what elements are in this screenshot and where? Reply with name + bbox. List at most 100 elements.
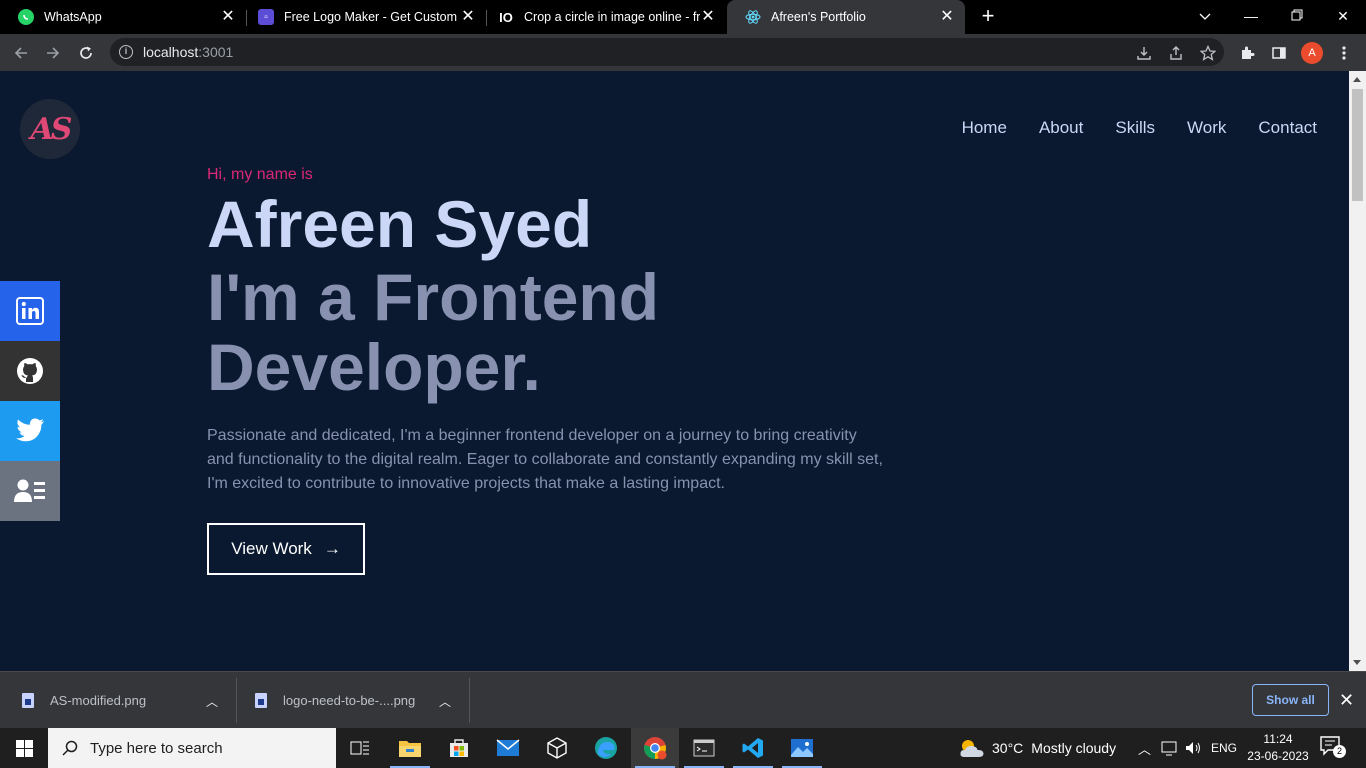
twitter-link[interactable] — [0, 401, 60, 461]
hero-description: Passionate and dedicated, I'm a beginner… — [207, 427, 883, 492]
notification-count: 2 — [1333, 745, 1346, 758]
bookmark-star-icon[interactable] — [1195, 40, 1221, 66]
extensions-icon[interactable] — [1234, 40, 1260, 66]
share-icon[interactable] — [1163, 40, 1189, 66]
scroll-down-icon[interactable] — [1353, 660, 1361, 665]
address-bar[interactable]: i localhost:3001 — [110, 38, 1224, 66]
twitter-icon — [16, 418, 44, 442]
site-logo[interactable]: AS — [20, 99, 80, 159]
install-app-icon[interactable] — [1131, 40, 1157, 66]
system-tray: ︿ ENG — [1138, 728, 1237, 768]
download-divider — [236, 678, 237, 723]
chevron-up-icon[interactable]: ︿ — [1138, 739, 1151, 758]
windows-taskbar: Type here to search 30°C Mostly cloudy ︿… — [0, 728, 1366, 768]
github-icon — [17, 358, 43, 384]
chevron-down-icon — [1199, 13, 1211, 20]
browser-toolbar: i localhost:3001 A — [0, 34, 1366, 71]
close-downloads-icon[interactable]: ✕ — [1339, 690, 1354, 711]
chevron-up-icon[interactable]: ︿ — [439, 693, 451, 710]
menu-kebab-icon[interactable] — [1331, 40, 1357, 66]
clock-date: 23-06-2023 — [1247, 749, 1309, 763]
clock-time: 11:24 — [1263, 732, 1293, 746]
github-link[interactable] — [0, 341, 60, 401]
nav-home[interactable]: Home — [962, 118, 1007, 138]
main-nav: Home About Skills Work Contact — [962, 118, 1317, 138]
hero-role-line-1: I'm a Frontend — [207, 260, 660, 334]
nav-skills[interactable]: Skills — [1115, 118, 1155, 138]
page-scrollbar[interactable] — [1349, 71, 1366, 671]
edge-icon[interactable] — [582, 728, 630, 768]
3d-cube-icon[interactable] — [533, 728, 581, 768]
linkedin-icon — [16, 297, 44, 325]
taskbar-search[interactable]: Type here to search — [48, 728, 336, 768]
download-filename: AS-modified.png — [50, 693, 147, 708]
hero-role-line-2: Developer. — [207, 330, 541, 404]
side-panel-icon[interactable] — [1266, 40, 1292, 66]
hero-name: Afreen Syed — [207, 187, 593, 261]
close-window-button[interactable]: ✕ — [1320, 0, 1366, 34]
arrow-left-icon — [14, 47, 27, 59]
hero-section: Hi, my name is Afreen Syed I'm a Fronten… — [207, 166, 907, 575]
speaker-icon[interactable] — [1185, 740, 1203, 756]
forward-button[interactable] — [40, 40, 66, 66]
tab-title: Free Logo Maker - Get Custom Lo — [284, 10, 460, 24]
arrow-right-icon: → — [323, 539, 341, 558]
profile-avatar[interactable]: A — [1301, 42, 1323, 64]
linkedin-link[interactable] — [0, 281, 60, 341]
new-tab-button[interactable]: + — [976, 4, 1000, 28]
notifications-button[interactable]: 2 — [1320, 736, 1346, 760]
download-divider — [469, 678, 470, 723]
back-button[interactable] — [8, 40, 34, 66]
scrollbar-thumb[interactable] — [1352, 89, 1363, 201]
photos-icon[interactable] — [778, 728, 826, 768]
mail-icon[interactable] — [484, 728, 532, 768]
close-tab-icon[interactable]: ✕ — [939, 9, 955, 25]
site-info-icon[interactable]: i — [119, 45, 133, 59]
search-icon — [62, 740, 78, 756]
scroll-up-icon[interactable] — [1353, 77, 1361, 82]
nav-work[interactable]: Work — [1187, 118, 1226, 138]
vscode-icon[interactable] — [729, 728, 777, 768]
downloads-bar: AS-modified.png ︿ logo-need-to-be-....pn… — [0, 671, 1366, 728]
hero-role: I'm a Frontend Developer. — [207, 262, 907, 402]
show-all-button[interactable]: Show all — [1252, 684, 1329, 716]
react-icon — [745, 9, 761, 25]
ms-store-icon[interactable] — [435, 728, 483, 768]
view-work-button[interactable]: View Work → — [207, 523, 365, 575]
nav-contact[interactable]: Contact — [1258, 118, 1317, 138]
tab-search-button[interactable] — [1182, 0, 1228, 34]
nav-about[interactable]: About — [1039, 118, 1083, 138]
download-item[interactable]: logo-need-to-be-....png ︿ — [255, 672, 455, 729]
restore-button[interactable] — [1274, 0, 1320, 34]
reload-button[interactable] — [73, 40, 99, 66]
tab-portfolio[interactable]: Afreen's Portfolio ✕ — [727, 0, 965, 34]
tab-crop-circle[interactable]: IO Crop a circle in image online - fre ✕ — [480, 0, 726, 34]
close-tab-icon[interactable]: ✕ — [460, 9, 476, 25]
close-tab-icon[interactable]: ✕ — [700, 9, 716, 25]
close-tab-icon[interactable]: ✕ — [220, 9, 236, 25]
chevron-up-icon[interactable]: ︿ — [206, 693, 218, 710]
windows-logo-icon — [15, 739, 33, 757]
language-indicator[interactable]: ENG — [1211, 741, 1237, 755]
view-work-label: View Work — [231, 539, 312, 558]
weather-widget[interactable]: 30°C Mostly cloudy — [958, 728, 1116, 768]
whatsapp-icon — [18, 9, 34, 25]
contact-card-icon — [14, 479, 45, 502]
network-icon[interactable] — [1161, 740, 1179, 756]
social-sidebar — [0, 281, 60, 521]
file-icon — [255, 693, 267, 708]
chrome-icon[interactable] — [631, 728, 679, 768]
clock[interactable]: 11:24 23-06-2023 — [1240, 731, 1316, 765]
download-item[interactable]: AS-modified.png ︿ — [22, 672, 222, 729]
tab-logo-maker[interactable]: ▫ Free Logo Maker - Get Custom Lo ✕ — [240, 0, 486, 34]
tab-whatsapp[interactable]: WhatsApp ✕ — [0, 0, 246, 34]
weather-temp: 30°C — [992, 740, 1024, 756]
file-explorer-icon[interactable] — [386, 728, 434, 768]
start-button[interactable] — [0, 728, 48, 768]
minimize-button[interactable]: — — [1228, 0, 1274, 34]
terminal-icon[interactable] — [680, 728, 728, 768]
task-view-icon[interactable] — [336, 728, 384, 768]
download-filename: logo-need-to-be-....png — [283, 693, 416, 708]
contact-card-link[interactable] — [0, 461, 60, 521]
tab-title: Crop a circle in image online - fre — [524, 10, 700, 24]
